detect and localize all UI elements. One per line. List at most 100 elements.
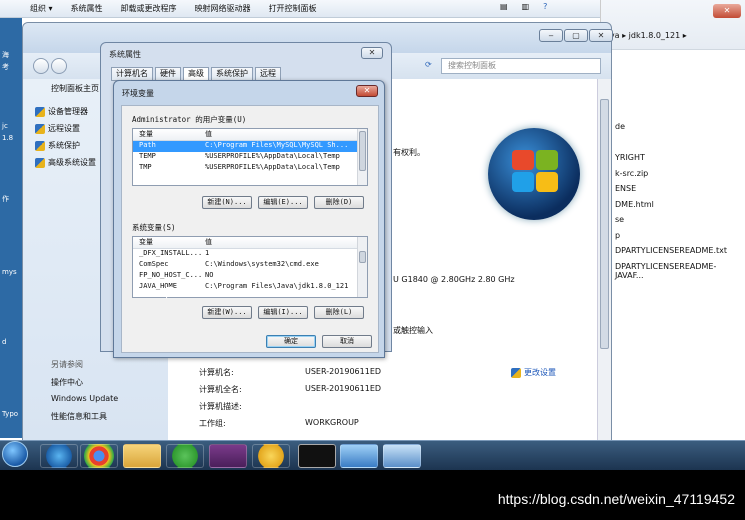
scroll-thumb[interactable] — [359, 131, 366, 171]
nav-remote-settings[interactable]: 远程设置 — [35, 123, 80, 134]
var-value: C:\Windows\system32\cmd.exe — [205, 260, 319, 268]
desktop-label[interactable]: 考 — [2, 62, 9, 72]
vertical-scrollbar[interactable] — [597, 79, 611, 441]
close-button[interactable]: ✕ — [361, 47, 383, 59]
file-item[interactable]: de — [615, 122, 745, 138]
col-value[interactable]: 值 — [205, 129, 212, 139]
nav-label: 系统保护 — [48, 141, 80, 150]
system-taskbar-icon[interactable] — [383, 444, 421, 468]
app-taskbar-icon[interactable] — [209, 444, 247, 468]
var-name: Path — [139, 141, 156, 149]
list-item[interactable]: FP_NO_HOST_C... NO — [133, 271, 367, 282]
user-vars-group-label: Administrator 的用户变量(U) — [132, 115, 247, 124]
ok-button[interactable]: 确定 — [266, 335, 316, 348]
cmd-taskbar-icon[interactable] — [298, 444, 336, 468]
breadcrumb[interactable]: ava ▸ jdk1.8.0_121 ▸ — [605, 31, 687, 40]
toolbar-system-properties[interactable]: 系统属性 — [71, 3, 103, 14]
scroll-thumb[interactable] — [600, 99, 609, 349]
list-item[interactable]: ComSpec C:\Windows\system32\cmd.exe — [133, 260, 367, 271]
file-item[interactable]: YRIGHT — [615, 153, 745, 169]
toolbar-open-control-panel[interactable]: 打开控制面板 — [269, 3, 317, 14]
var-name: FP_NO_HOST_C... — [139, 271, 203, 279]
file-item[interactable]: ENSE — [615, 184, 745, 200]
see-also-heading: 另请参阅 — [51, 360, 83, 369]
user-edit-button[interactable]: 编辑(E)... — [258, 196, 308, 209]
col-value[interactable]: 值 — [205, 237, 212, 247]
close-button[interactable]: ✕ — [356, 85, 378, 97]
close-button[interactable]: ✕ — [589, 29, 613, 42]
system-new-button[interactable]: 新建(W)... — [202, 306, 252, 319]
var-value: %USERPROFILE%\AppData\Local\Temp — [205, 163, 340, 171]
shield-icon — [35, 157, 45, 168]
desktop-label[interactable]: 作 — [2, 194, 9, 204]
list-item[interactable]: TMP %USERPROFILE%\AppData\Local\Temp — [133, 163, 367, 174]
back-button[interactable] — [33, 58, 49, 74]
see-also-action-center[interactable]: 操作中心 — [51, 377, 83, 388]
user-new-button[interactable]: 新建(N)... — [202, 196, 252, 209]
ie-taskbar-icon[interactable] — [40, 444, 78, 468]
col-variable[interactable]: 变量 — [139, 237, 153, 247]
chat-taskbar-icon[interactable] — [252, 444, 290, 468]
folder-taskbar-icon[interactable] — [123, 444, 161, 468]
var-value: 1 — [205, 249, 210, 257]
list-item[interactable]: Path C:\Program Files\MySQL\MySQL Sh... — [133, 141, 367, 152]
tab-system-protection[interactable]: 系统保护 — [211, 67, 253, 81]
system-edit-button[interactable]: 编辑(I)... — [258, 306, 308, 319]
toolbar-organize[interactable]: 组织 ▾ — [30, 3, 53, 14]
nav-system-protection[interactable]: 系统保护 — [35, 140, 80, 151]
system-delete-button[interactable]: 删除(L) — [314, 306, 364, 319]
desktop-label[interactable]: Typo — [2, 410, 18, 418]
cancel-button[interactable]: 取消 — [322, 335, 372, 348]
chrome-taskbar-icon[interactable] — [80, 444, 118, 468]
file-item[interactable]: DPARTYLICENSEREADME.txt — [615, 246, 745, 262]
scroll-thumb[interactable] — [359, 251, 366, 263]
list-item[interactable]: _DFX_INSTALL... 1 — [133, 249, 367, 260]
change-settings-link[interactable]: 更改设置 — [511, 367, 556, 378]
preview-pane-icon[interactable]: ▥ — [522, 2, 530, 11]
shield-icon — [35, 140, 45, 151]
workgroup-label: 工作组: — [199, 419, 226, 428]
list-scrollbar[interactable] — [357, 237, 367, 297]
computer-name-label: 计算机名: — [199, 368, 234, 377]
view-icon[interactable]: ▤ — [500, 2, 508, 11]
file-item[interactable]: se — [615, 215, 745, 231]
tab-hardware[interactable]: 硬件 — [155, 67, 181, 81]
system-vars-group-label: 系统变量(S) — [132, 223, 176, 232]
tab-remote[interactable]: 远程 — [255, 67, 281, 81]
desktop-label[interactable]: 1.8 — [2, 134, 13, 142]
forward-button[interactable] — [51, 58, 67, 74]
desktop-label[interactable]: 海 — [2, 50, 9, 60]
col-variable[interactable]: 变量 — [139, 129, 153, 139]
close-icon[interactable]: ✕ — [713, 4, 741, 18]
file-item[interactable]: p — [615, 231, 745, 247]
help-icon[interactable]: ? — [543, 2, 547, 11]
tab-computer-name[interactable]: 计算机名 — [111, 67, 153, 81]
control-panel-taskbar-icon[interactable] — [340, 444, 378, 468]
var-value: C:\Program Files\MySQL\MySQL Sh... — [205, 141, 349, 149]
see-also-performance[interactable]: 性能信息和工具 — [51, 411, 107, 422]
see-also-windows-update[interactable]: Windows Update — [51, 394, 118, 403]
file-item[interactable]: DPARTYLICENSEREADME-JAVAF... — [615, 262, 745, 280]
desktop-label[interactable]: mys — [2, 268, 17, 276]
user-delete-button[interactable]: 删除(D) — [314, 196, 364, 209]
list-item[interactable]: TEMP %USERPROFILE%\AppData\Local\Temp — [133, 152, 367, 163]
maximize-button[interactable]: ▢ — [564, 29, 588, 42]
refresh-icon[interactable]: ⟳ — [425, 60, 432, 69]
minimize-button[interactable]: ‒ — [539, 29, 563, 42]
toolbar-uninstall[interactable]: 卸载或更改程序 — [121, 3, 177, 14]
var-name: ComSpec — [139, 260, 169, 268]
wechat-taskbar-icon[interactable] — [166, 444, 204, 468]
file-item[interactable] — [615, 138, 745, 154]
computer-name-value: USER-20190611ED — [305, 367, 382, 376]
list-scrollbar[interactable] — [357, 129, 367, 185]
start-button[interactable] — [2, 441, 28, 467]
nav-advanced-settings[interactable]: 高级系统设置 — [35, 157, 96, 168]
desktop-label[interactable]: jc — [2, 122, 8, 130]
file-item[interactable]: DME.html — [615, 200, 745, 216]
control-panel-home-link[interactable]: 控制面板主页 — [51, 83, 99, 94]
nav-device-manager[interactable]: 设备管理器 — [35, 106, 88, 117]
file-item[interactable]: k-src.zip — [615, 169, 745, 185]
toolbar-map-drive[interactable]: 映射网络驱动器 — [195, 3, 251, 14]
search-input[interactable]: 搜索控制面板 — [441, 58, 601, 74]
desktop-label[interactable]: d — [2, 338, 6, 346]
